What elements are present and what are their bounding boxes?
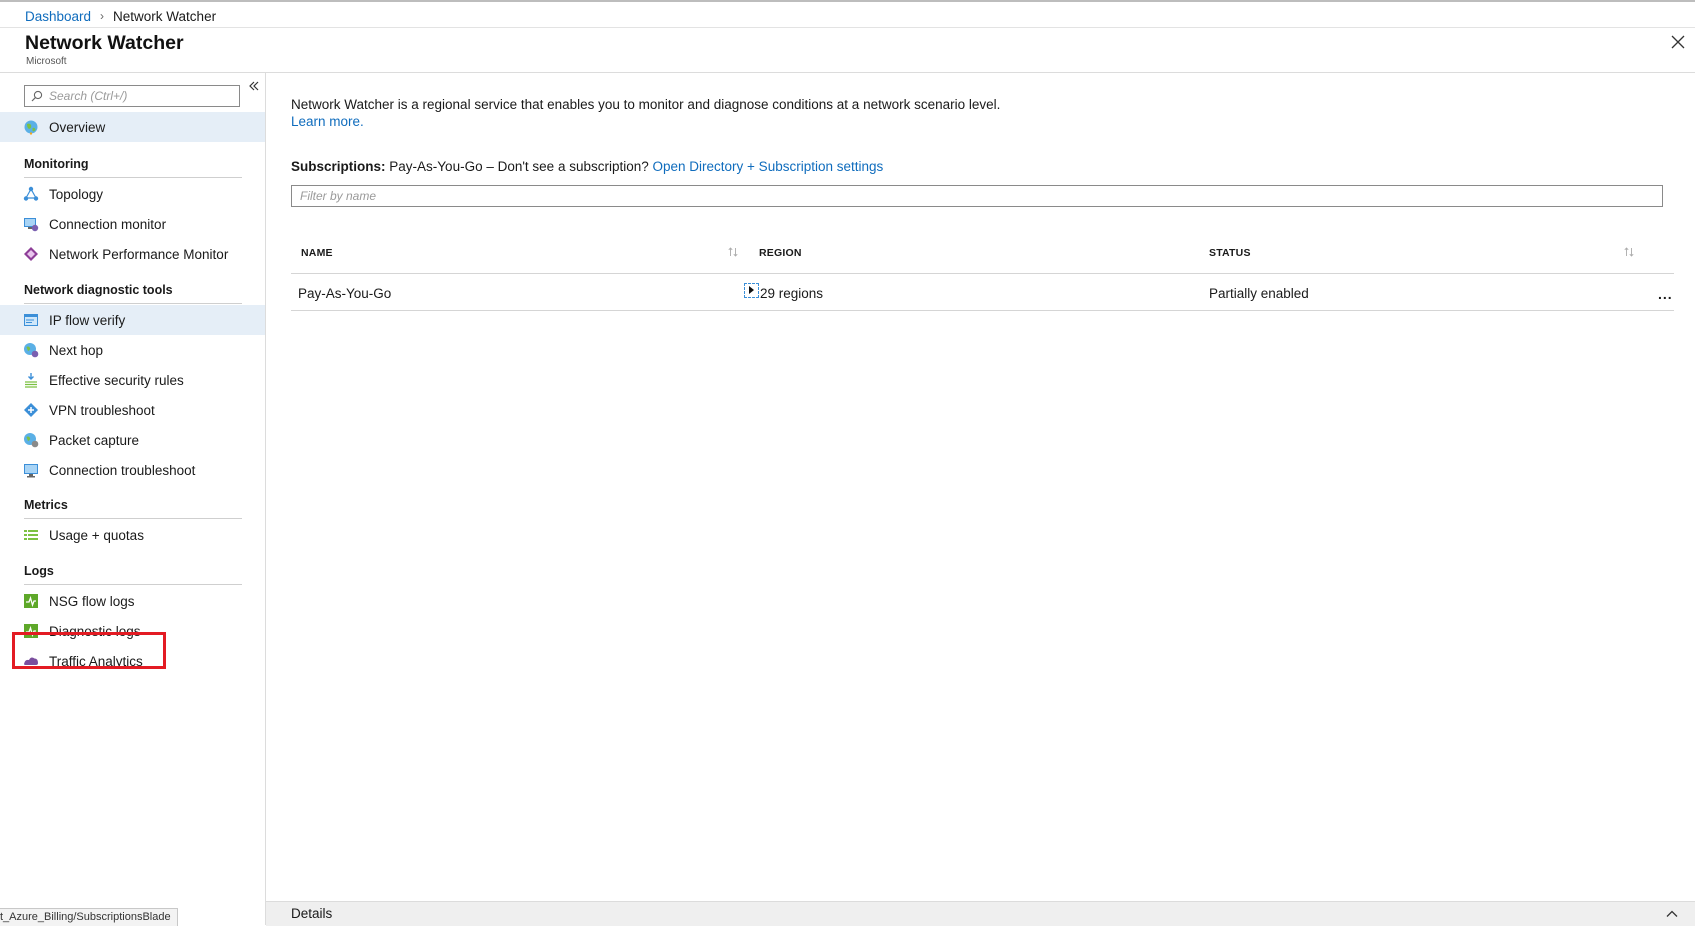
sidebar-item-packet-capture[interactable]: Packet capture <box>0 425 265 455</box>
sidebar-item-label: Network Performance Monitor <box>49 246 229 262</box>
connection-monitor-icon <box>24 218 39 232</box>
subscriptions-label: Subscriptions: <box>291 159 386 174</box>
sidebar-item-network-performance-monitor[interactable]: Network Performance Monitor <box>0 239 265 269</box>
section-heading-monitoring: Monitoring <box>24 157 89 171</box>
sidebar-item-vpn-troubleshoot[interactable]: VPN troubleshoot <box>0 395 265 425</box>
subscriptions-value: Pay-As-You-Go – Don't see a subscription… <box>389 159 649 174</box>
ip-flow-verify-icon <box>24 314 38 326</box>
row-status: Partially enabled <box>1209 286 1309 301</box>
sidebar-item-label: Connection troubleshoot <box>49 462 196 478</box>
intro-text: Network Watcher is a regional service th… <box>291 97 1001 112</box>
sidebar-search-input[interactable] <box>49 89 229 103</box>
section-heading-logs: Logs <box>24 564 54 578</box>
table-row[interactable]: Pay-As-You-Go 29 regions Partially enabl… <box>291 274 1674 310</box>
details-label: Details <box>291 906 333 921</box>
sidebar-item-nsg-flow-logs[interactable]: NSG flow logs <box>0 586 265 616</box>
sidebar-item-next-hop[interactable]: Next hop <box>0 335 265 365</box>
column-header-name[interactable]: NAME <box>301 247 333 259</box>
sidebar-item-label: NSG flow logs <box>49 593 135 609</box>
sidebar-item-label: Topology <box>49 186 104 202</box>
details-pane-bar[interactable]: Details <box>266 901 1695 926</box>
sidebar-item-label: Connection monitor <box>49 216 167 232</box>
page-title: Network Watcher <box>25 32 184 54</box>
collapse-sidebar-icon[interactable] <box>247 79 261 93</box>
sidebar-item-label: IP flow verify <box>49 312 126 328</box>
sidebar-item-overview[interactable]: Overview <box>0 112 265 142</box>
breadcrumb: Dashboard › Network Watcher <box>25 6 216 26</box>
sidebar-item-label: VPN troubleshoot <box>49 402 155 418</box>
header-divider <box>0 27 1695 28</box>
column-header-region[interactable]: REGION <box>759 247 802 259</box>
sidebar-item-label: Packet capture <box>49 432 140 448</box>
sidebar-item-label: Overview <box>49 119 106 135</box>
filter-by-name-input[interactable] <box>291 185 1663 207</box>
table-row-divider <box>291 310 1674 311</box>
more-options-button[interactable]: ... <box>1658 286 1673 302</box>
column-header-status[interactable]: STATUS <box>1209 247 1251 259</box>
sort-icon[interactable] <box>727 246 739 258</box>
row-name: Pay-As-You-Go <box>298 286 392 301</box>
section-divider <box>24 303 242 304</box>
sidebar-item-label: Effective security rules <box>49 372 184 388</box>
chevron-up-icon[interactable] <box>1665 907 1679 921</box>
sidebar-item-usage-quotas[interactable]: Usage + quotas <box>0 520 265 550</box>
sidebar-item-effective-security-rules[interactable]: Effective security rules <box>0 365 265 395</box>
section-divider <box>24 518 242 519</box>
sidebar-item-label: Usage + quotas <box>49 527 144 543</box>
network-performance-monitor-icon <box>24 247 38 261</box>
row-region: 29 regions <box>760 286 824 301</box>
open-directory-subscription-settings-link[interactable]: Open Directory + Subscription settings <box>653 159 884 174</box>
close-icon[interactable] <box>1670 34 1686 50</box>
sidebar: Overview Monitoring Topology Connection … <box>0 73 266 925</box>
section-divider <box>24 177 242 178</box>
expand-regions-icon[interactable] <box>744 283 759 298</box>
page-subtitle: Microsoft <box>26 56 67 67</box>
sort-icon[interactable] <box>1623 246 1635 258</box>
vpn-troubleshoot-icon <box>24 403 38 417</box>
usage-quotas-icon <box>24 530 38 540</box>
topology-icon <box>23 186 39 201</box>
browser-status-url: t_Azure_Billing/SubscriptionsBlade <box>0 908 178 926</box>
overview-globe-icon <box>24 120 38 135</box>
connection-troubleshoot-icon <box>24 464 38 478</box>
next-hop-icon <box>24 343 39 358</box>
sidebar-item-ip-flow-verify[interactable]: IP flow verify <box>0 305 265 335</box>
breadcrumb-current: Network Watcher <box>113 8 217 24</box>
breadcrumb-dashboard-link[interactable]: Dashboard <box>25 9 91 24</box>
window-top-border <box>0 0 1695 2</box>
subscriptions-line: Subscriptions: Pay-As-You-Go – Don't see… <box>291 159 883 174</box>
sidebar-item-label: Next hop <box>49 342 104 358</box>
effective-security-rules-icon <box>25 373 37 388</box>
sidebar-search-box <box>24 85 240 107</box>
section-heading-diagnostic-tools: Network diagnostic tools <box>24 283 173 297</box>
nsg-flow-logs-icon <box>24 594 38 608</box>
chevron-right-icon: › <box>100 9 105 23</box>
section-heading-metrics: Metrics <box>24 498 68 512</box>
search-icon <box>31 90 43 102</box>
sidebar-item-connection-monitor[interactable]: Connection monitor <box>0 209 265 239</box>
packet-capture-icon <box>24 433 39 448</box>
learn-more-link[interactable]: Learn more. <box>291 114 364 129</box>
sidebar-item-topology[interactable]: Topology <box>0 179 265 209</box>
main-content: Network Watcher is a regional service th… <box>266 73 1695 925</box>
sidebar-item-connection-troubleshoot[interactable]: Connection troubleshoot <box>0 455 265 485</box>
nsg-flow-logs-highlight-box <box>12 632 166 669</box>
section-divider <box>24 584 242 585</box>
